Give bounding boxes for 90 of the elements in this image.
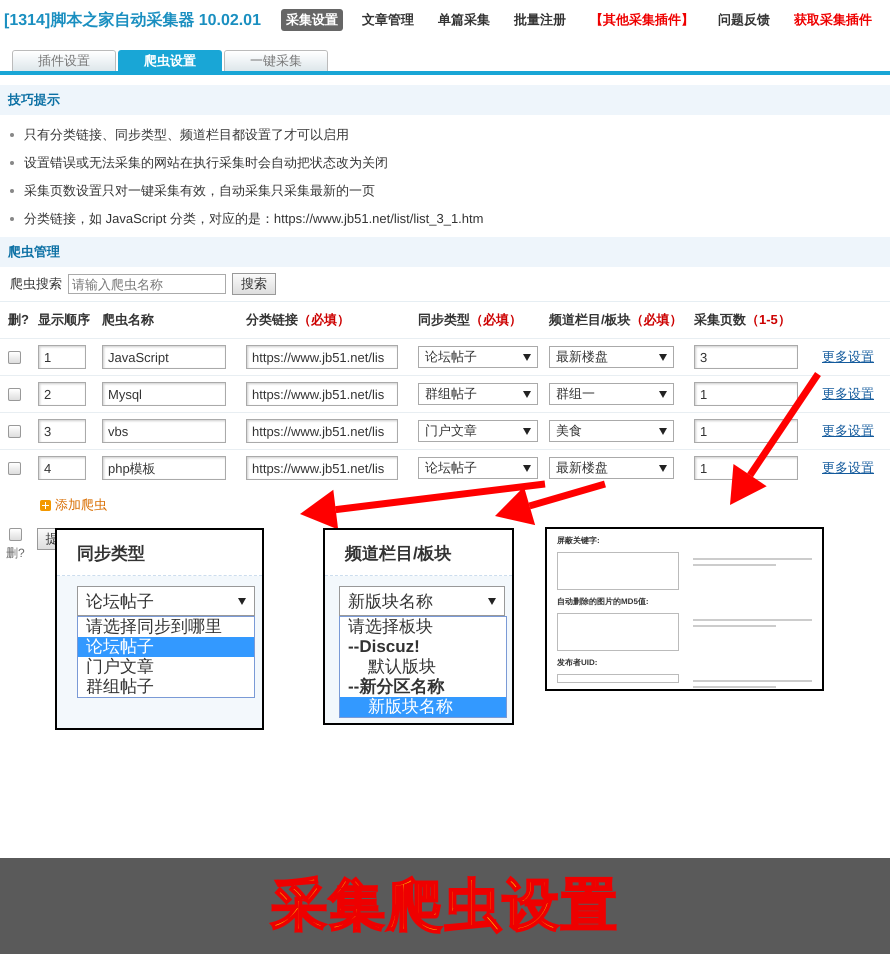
checkbox[interactable] <box>8 462 21 474</box>
caret-icon <box>659 428 667 434</box>
pages-field[interactable]: 1 <box>694 382 798 406</box>
section-title: 爬虫管理 <box>0 237 890 267</box>
search-label: 爬虫搜索 <box>10 275 62 293</box>
checkbox[interactable] <box>8 388 21 400</box>
caret-icon <box>659 354 667 360</box>
tab[interactable]: 一键采集 <box>224 50 328 71</box>
text-field[interactable] <box>557 674 678 683</box>
column-header: 显示顺序 <box>38 311 91 329</box>
bullet-icon <box>10 161 14 165</box>
bullet-icon <box>10 189 14 193</box>
channel-select[interactable]: 美食 <box>549 420 674 442</box>
url-field[interactable]: https://www.jb51.net/lis <box>246 419 398 443</box>
banner-title: 采集爬虫设置 <box>271 872 619 938</box>
pages-field[interactable]: 1 <box>694 419 798 443</box>
caret-icon <box>659 464 667 472</box>
dropdown-option[interactable]: 请选择同步到哪里 <box>78 617 254 637</box>
more-settings-link[interactable]: 更多设置 <box>822 422 890 440</box>
sync-type-select[interactable]: 群组帖子 <box>418 383 538 405</box>
name-field[interactable]: JavaScript <box>102 345 226 369</box>
option-group-label[interactable]: --Discuz! <box>340 637 506 657</box>
tip-text: 分类链接，如 JavaScript 分类，对应的是：https://www.jb51.net/list/list_3_1.htm <box>24 210 484 228</box>
checkbox[interactable] <box>8 424 21 438</box>
column-header: 分类链接（必填） <box>246 311 351 329</box>
order-field[interactable]: 4 <box>38 456 86 480</box>
order-field[interactable]: 1 <box>38 345 86 369</box>
field-label: 屏蔽关键字: <box>557 535 601 546</box>
nav-link[interactable]: 单篇采集 <box>432 9 495 31</box>
caret-icon <box>523 390 531 398</box>
sync-type-select[interactable]: 论坛帖子 <box>418 457 538 479</box>
order-field[interactable]: 3 <box>38 419 86 443</box>
caret-icon <box>523 464 531 472</box>
sync-type-select[interactable]: 门户文章 <box>418 420 538 442</box>
nav-link[interactable]: 问题反馈 <box>712 9 775 31</box>
dropdown-option[interactable]: 门户文章 <box>78 657 254 677</box>
select-field[interactable]: 新版块名称 <box>339 586 505 616</box>
more-settings-link[interactable]: 更多设置 <box>822 459 890 477</box>
pages-field[interactable]: 3 <box>694 345 798 369</box>
caret-icon <box>659 390 667 398</box>
search-field[interactable]: 请输入爬虫名称 <box>68 274 226 294</box>
text-field[interactable] <box>557 552 678 590</box>
url-field[interactable]: https://www.jb51.net/lis <box>246 382 398 406</box>
order-field[interactable]: 2 <box>38 382 86 406</box>
bullet-icon <box>10 133 14 137</box>
nav-link[interactable]: 采集设置 <box>280 9 343 31</box>
tip-text: 设置错误或无法采集的网站在执行采集时会自动把状态改为关闭 <box>24 154 388 172</box>
caret-icon <box>488 598 496 604</box>
select-field[interactable]: 论坛帖子 <box>77 586 255 616</box>
nav-link[interactable]: 【其他采集插件】 <box>584 9 699 31</box>
text-field[interactable] <box>557 613 678 651</box>
app-title: [1314]脚本之家自动采集器 10.02.01 <box>4 10 261 30</box>
url-field[interactable]: https://www.jb51.net/lis <box>246 345 398 369</box>
field-label: 自动删除的图片的MD5值: <box>557 596 650 607</box>
section-title: 技巧提示 <box>0 85 890 115</box>
delete-label: 删? <box>6 545 25 562</box>
column-header: 同步类型（必填） <box>418 311 523 329</box>
checkbox[interactable] <box>8 528 22 541</box>
url-field[interactable]: https://www.jb51.net/lis <box>246 456 398 480</box>
caret-icon <box>523 354 531 360</box>
nav-link[interactable]: 获取采集插件 <box>788 9 877 31</box>
channel-select[interactable]: 最新楼盘 <box>549 457 674 479</box>
name-field[interactable]: php模板 <box>102 456 226 480</box>
checkbox[interactable] <box>8 350 21 364</box>
sync-type-select[interactable]: 论坛帖子 <box>418 346 538 368</box>
bullet-icon <box>10 217 14 221</box>
dropdown-option[interactable]: 群组帖子 <box>78 677 254 697</box>
column-header: 采集页数（1-5） <box>694 311 792 329</box>
tip-text: 只有分类链接、同步类型、频道栏目都设置了才可以启用 <box>24 126 349 144</box>
nav-link[interactable]: 文章管理 <box>356 9 419 31</box>
column-header: 爬虫名称 <box>102 311 155 329</box>
search-button[interactable]: 搜索 <box>232 273 276 295</box>
channel-select[interactable]: 最新楼盘 <box>549 346 674 368</box>
column-header: 频道栏目/板块（必填） <box>549 311 684 329</box>
plus-icon <box>40 500 51 510</box>
caret-icon <box>238 598 246 604</box>
dropdown-option[interactable]: 默认版块 <box>340 657 506 677</box>
caret-icon <box>523 428 531 434</box>
column-header: 删? <box>8 311 30 329</box>
nav-link[interactable]: 批量注册 <box>508 9 571 31</box>
more-settings-link[interactable]: 更多设置 <box>822 385 890 403</box>
name-field[interactable]: Mysql <box>102 382 226 406</box>
field-label: 发布者UID: <box>557 657 598 668</box>
tip-text: 采集页数设置只对一键采集有效，自动采集只采集最新的一页 <box>24 182 375 200</box>
option-group-label[interactable]: --新分区名称 <box>340 677 506 697</box>
dropdown-option[interactable]: 请选择板块 <box>340 617 506 637</box>
channel-select[interactable]: 群组一 <box>549 383 674 405</box>
tab[interactable]: 插件设置 <box>12 50 116 71</box>
name-field[interactable]: vbs <box>102 419 226 443</box>
more-settings-link[interactable]: 更多设置 <box>822 348 890 366</box>
